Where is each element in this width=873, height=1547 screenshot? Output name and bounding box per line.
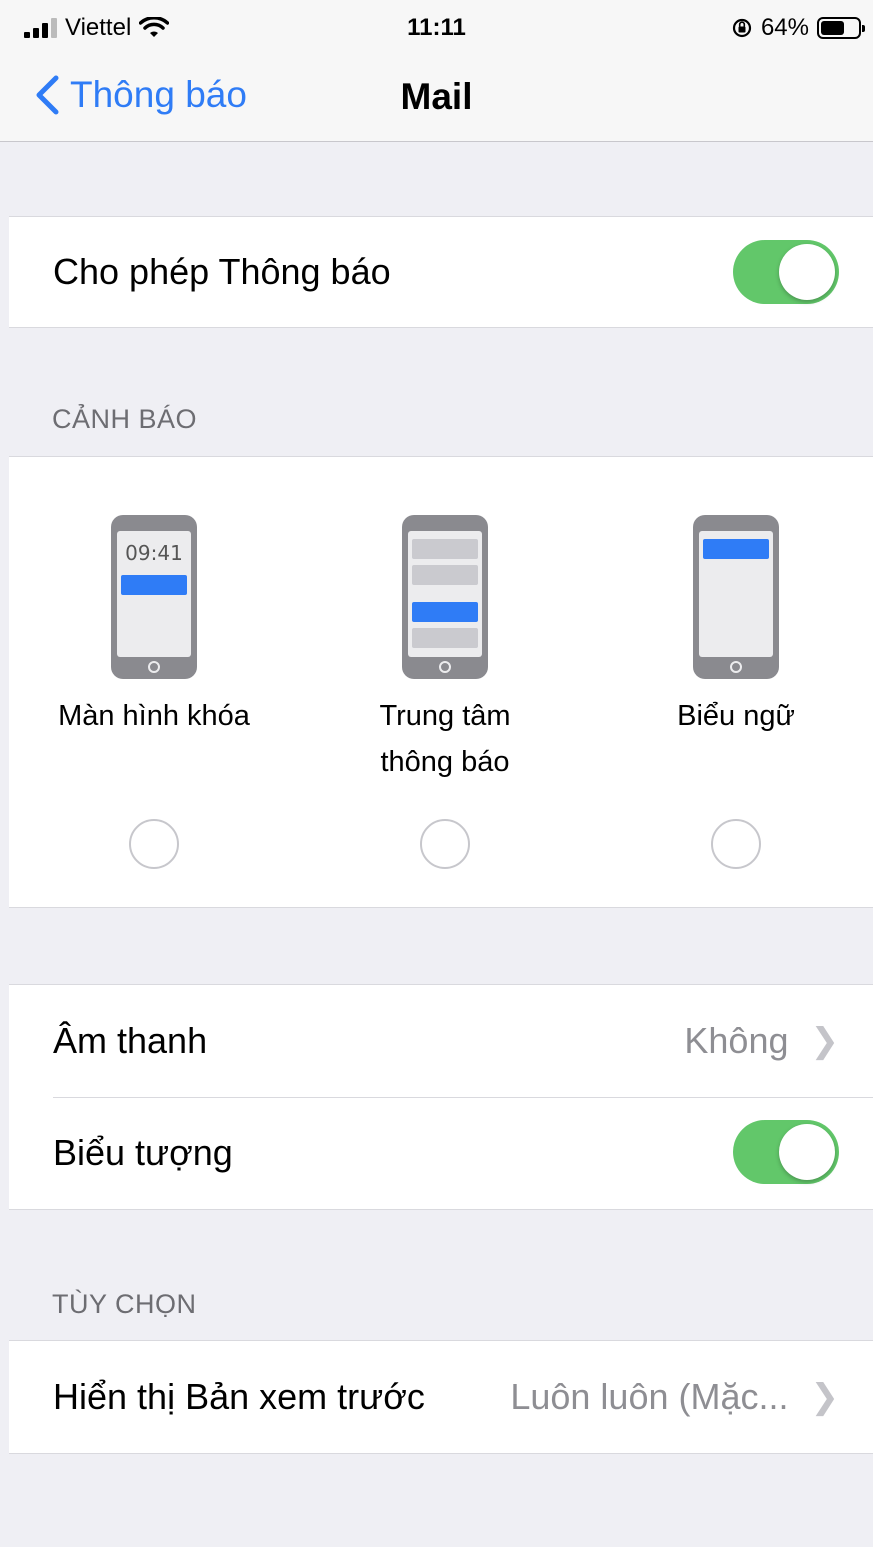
lock-screen-time: 09:41 xyxy=(125,541,183,565)
alerts-panel: 09:41 Màn hình khóa Trung tâm thông báo xyxy=(9,456,873,908)
banners-radio[interactable] xyxy=(711,819,761,869)
show-previews-value: Luôn luôn (Mặc... ❯ xyxy=(510,1376,839,1418)
sound-badges-group: Âm thanh Không ❯ Biểu tượng xyxy=(9,984,873,1210)
navigation-bar: Thông báo Mail xyxy=(0,60,873,142)
battery-icon xyxy=(817,17,865,39)
allow-notifications-row: Cho phép Thông báo xyxy=(9,217,873,327)
lock-screen-phone-icon: 09:41 xyxy=(111,515,197,679)
sound-value-text: Không xyxy=(684,1020,789,1061)
banners-label: Biểu ngữ xyxy=(677,700,795,732)
chevron-right-icon: ❯ xyxy=(810,1378,840,1416)
status-bar: Viettel 11:11 64% xyxy=(0,0,873,60)
allow-notifications-group: Cho phép Thông báo xyxy=(9,216,873,328)
lock-screen-radio[interactable] xyxy=(129,819,179,869)
notification-center-radio[interactable] xyxy=(420,819,470,869)
banners-phone-icon xyxy=(693,515,779,679)
page-title: Mail xyxy=(400,76,473,117)
notification-center-phone-icon xyxy=(402,515,488,679)
sound-label: Âm thanh xyxy=(53,1020,208,1061)
toggle-knob xyxy=(779,244,835,300)
chevron-right-icon: ❯ xyxy=(810,1022,840,1060)
sound-row[interactable]: Âm thanh Không ❯ xyxy=(9,985,873,1097)
show-previews-value-text: Luôn luôn (Mặc... xyxy=(510,1376,789,1417)
badges-row: Biểu tượng xyxy=(9,1097,873,1209)
orientation-lock-icon xyxy=(732,18,752,38)
toggle-knob xyxy=(779,1124,835,1180)
badges-label: Biểu tượng xyxy=(53,1132,233,1173)
status-right: 64% xyxy=(731,14,865,42)
notification-center-label: Trung tâm thông báo xyxy=(379,700,511,778)
sound-value: Không ❯ xyxy=(684,1020,839,1062)
alerts-section-header: CẢNH BÁO xyxy=(52,404,198,434)
battery-percent: 64% xyxy=(760,14,809,41)
lock-screen-label: Màn hình khóa xyxy=(58,700,250,732)
show-previews-label: Hiển thị Bản xem trước xyxy=(53,1376,425,1417)
allow-notifications-toggle[interactable] xyxy=(733,240,839,304)
options-section-header: TÙY CHỌN xyxy=(52,1289,197,1319)
options-group: Hiển thị Bản xem trước Luôn luôn (Mặc...… xyxy=(9,1340,873,1454)
badges-toggle[interactable] xyxy=(733,1120,839,1184)
allow-notifications-label: Cho phép Thông báo xyxy=(53,251,391,292)
show-previews-row[interactable]: Hiển thị Bản xem trước Luôn luôn (Mặc...… xyxy=(9,1341,873,1453)
